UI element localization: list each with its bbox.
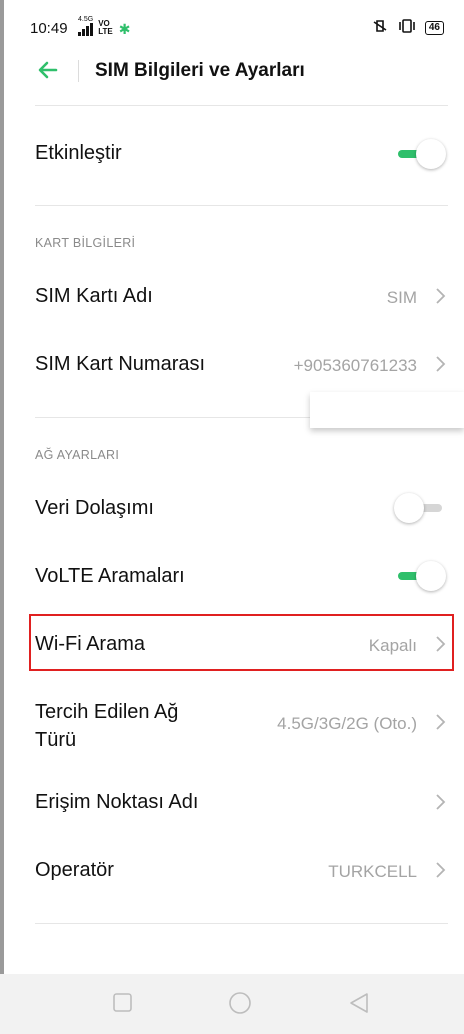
sim-number-row[interactable]: SIM Kart Numarası +905360761233 bbox=[0, 336, 464, 392]
chevron-right-icon bbox=[436, 288, 446, 304]
operator-value: TURKCELL bbox=[328, 862, 417, 881]
sim-name-row[interactable]: SIM Kartı Adı SIM bbox=[0, 268, 464, 324]
network-indicator: 4.5G VO LTE ✱ bbox=[78, 16, 130, 36]
divider bbox=[35, 205, 448, 206]
volte-calls-label: VoLTE Aramaları bbox=[35, 565, 185, 587]
vibrate-icon bbox=[371, 18, 389, 37]
sim-number-value: +905360761233 bbox=[293, 356, 417, 375]
highlight-box bbox=[29, 614, 454, 671]
status-bar: 10:49 4.5G VO LTE ✱ 46 bbox=[0, 0, 464, 56]
apn-row[interactable]: Erişim Noktası Adı bbox=[0, 774, 464, 830]
volte-calls-row[interactable]: VoLTE Aramaları bbox=[0, 548, 464, 604]
back-triangle-icon[interactable] bbox=[348, 992, 372, 1016]
title-divider bbox=[78, 60, 79, 82]
data-roaming-row[interactable]: Veri Dolaşımı bbox=[0, 480, 464, 536]
preferred-network-label: Tercih Edilen Ağ bbox=[35, 701, 179, 723]
network-type: 4.5G bbox=[78, 16, 94, 23]
data-roaming-toggle[interactable] bbox=[394, 491, 448, 525]
overlay-card bbox=[310, 392, 464, 428]
chevron-right-icon bbox=[436, 356, 446, 372]
status-time: 10:49 bbox=[30, 20, 68, 37]
apn-label: Erişim Noktası Adı bbox=[35, 791, 199, 813]
preferred-network-row[interactable]: Tercih Edilen Ağ Türü 4.5G/3G/2G (Oto.) bbox=[0, 694, 464, 758]
section-header-network: AĞ AYARLARI bbox=[35, 448, 120, 462]
data-roaming-label: Veri Dolaşımı bbox=[35, 497, 154, 519]
recents-square-icon[interactable] bbox=[112, 992, 134, 1014]
chevron-right-icon bbox=[436, 714, 446, 730]
star-notification-icon: ✱ bbox=[118, 21, 131, 37]
divider bbox=[35, 923, 448, 924]
divider bbox=[35, 105, 448, 106]
sim-number-label: SIM Kart Numarası bbox=[35, 353, 206, 375]
home-circle-icon[interactable] bbox=[228, 992, 254, 1018]
sim-name-value: SIM bbox=[386, 288, 417, 307]
battery-icon: 46 bbox=[424, 20, 444, 35]
operator-row[interactable]: Operatör TURKCELL bbox=[0, 842, 464, 898]
navigation-bar bbox=[0, 974, 464, 1034]
operator-label: Operatör bbox=[35, 859, 114, 881]
vibration-mode-icon bbox=[397, 18, 417, 37]
enable-toggle[interactable] bbox=[394, 137, 448, 171]
enable-row[interactable]: Etkinleştir bbox=[0, 126, 464, 182]
volte-indicator: VO LTE bbox=[98, 19, 113, 36]
page-title: SIM Bilgileri ve Ayarları bbox=[95, 60, 305, 81]
signal-icon bbox=[78, 23, 93, 36]
chevron-right-icon bbox=[436, 862, 446, 878]
chevron-right-icon bbox=[436, 794, 446, 810]
preferred-network-label-line2: Türü bbox=[35, 729, 77, 751]
sim-name-label: SIM Kartı Adı bbox=[35, 285, 153, 307]
app-bar: SIM Bilgileri ve Ayarları bbox=[0, 50, 464, 94]
back-arrow-icon[interactable] bbox=[34, 56, 62, 84]
section-header-card-info: KART BİLGİLERİ bbox=[35, 236, 136, 250]
enable-label: Etkinleştir bbox=[35, 142, 122, 164]
preferred-network-value: 4.5G/3G/2G (Oto.) bbox=[277, 714, 417, 733]
volte-calls-toggle[interactable] bbox=[394, 559, 448, 593]
